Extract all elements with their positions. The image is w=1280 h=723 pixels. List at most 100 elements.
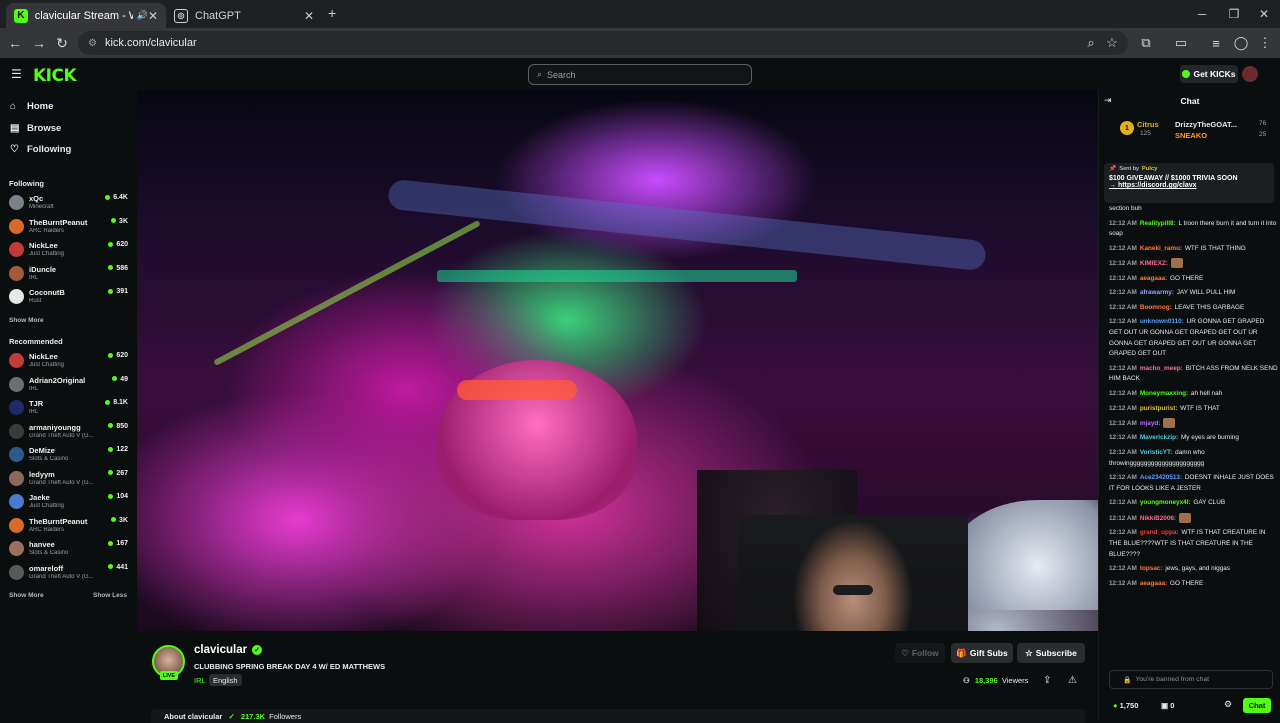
close-tab-icon[interactable]: ✕ xyxy=(148,9,158,23)
pinned-link[interactable]: → https://discord.gg/clavx xyxy=(1109,182,1269,189)
message-username[interactable]: youngmoneyx4l: xyxy=(1140,499,1191,506)
show-less-button[interactable]: Show Less xyxy=(93,592,127,599)
sidebar-channel[interactable]: hanvee Slots & Casino 167 xyxy=(9,539,128,561)
close-window-icon[interactable]: ✕ xyxy=(1248,0,1280,28)
streamer-name[interactable]: clavicular xyxy=(194,644,247,656)
zoom-icon[interactable]: ⌕ xyxy=(1080,32,1102,54)
chat-message: 12:12 AM grand_uppa: WTF IS THAT CREATURE… xyxy=(1109,528,1279,560)
get-kicks-button[interactable]: Get KICKs xyxy=(1180,65,1238,83)
show-more-following-button[interactable]: Show More xyxy=(9,317,44,324)
channel-avatar xyxy=(9,447,24,462)
follow-button[interactable]: ♡ Follow xyxy=(895,643,945,663)
back-icon[interactable]: ← xyxy=(3,31,27,55)
site-info-icon[interactable]: ⚙ xyxy=(88,38,97,49)
share-icon[interactable]: ⇪ xyxy=(1043,675,1051,686)
sidebar-channel[interactable]: Jaeke Just Chatting 104 xyxy=(9,492,128,514)
nav-home[interactable]: ⌂ Home xyxy=(10,101,53,112)
chat-input[interactable]: 🔒 You're banned from chat xyxy=(1109,670,1273,689)
kick-logo[interactable]: KICK xyxy=(33,66,77,86)
channel-viewers: 3K xyxy=(111,517,128,524)
channel-avatar xyxy=(9,218,24,234)
menu-kebab-icon[interactable]: ⋮ xyxy=(1254,32,1276,54)
tab-chatgpt[interactable]: ◎ ChatGPT ✕ xyxy=(166,3,322,28)
sidebar-channel[interactable]: CoconutB Rust 391 xyxy=(9,287,128,309)
stream-category[interactable]: IRL xyxy=(194,676,206,685)
gift-subs-button[interactable]: 🎁 Gift Subs xyxy=(951,643,1013,663)
kicks-balance[interactable]: ● 1,750 xyxy=(1113,701,1138,710)
sidebar-channel[interactable]: xQc Minecraft 6.4K xyxy=(9,193,128,215)
address-bar[interactable]: ⚙ kick.com/clavicular xyxy=(78,31,1128,55)
emote-icon xyxy=(1178,513,1191,524)
message-username[interactable]: Maverickzip: xyxy=(1140,434,1178,441)
sidebar-channel[interactable]: TJR IRL 8.1K xyxy=(9,398,128,420)
sidebar-channel[interactable]: Adrian2Original IRL 49 xyxy=(9,375,128,397)
language-tag[interactable]: English xyxy=(209,674,242,686)
reload-icon[interactable]: ↻ xyxy=(50,31,74,55)
chat-message: 12:12 AM Kaneki_ramu: WTF IS THAT THING xyxy=(1109,244,1279,255)
message-username[interactable]: aeagaaa: xyxy=(1140,275,1167,282)
message-username[interactable]: aeagaaa: xyxy=(1140,580,1167,587)
chat-message: 12:12 AM unknown0110: UR GONNA GET GRAPED… xyxy=(1109,317,1279,359)
message-username[interactable]: mjayd: xyxy=(1140,420,1161,427)
message-username[interactable]: Boomnog: xyxy=(1140,304,1172,311)
user-avatar[interactable] xyxy=(1242,66,1258,82)
media-icon[interactable]: ≡ xyxy=(1205,32,1227,54)
message-username[interactable]: unknown0110: xyxy=(1140,318,1184,325)
sidebar-channel[interactable]: NickLee Just Chatting 620 xyxy=(9,240,128,262)
message-username[interactable]: Ace23420513: xyxy=(1140,474,1182,481)
forward-icon[interactable]: → xyxy=(27,31,51,55)
leader-name[interactable]: SNEAKO xyxy=(1175,131,1207,140)
message-username[interactable]: KIMIEXZ: xyxy=(1140,260,1168,267)
sidebar-channel[interactable]: iDuncle IRL 586 xyxy=(9,264,128,286)
message-text: section buh xyxy=(1109,205,1142,212)
site-header: ☰ KICK ⌕ Search Get KICKs xyxy=(0,58,1280,90)
extensions-icon[interactable]: ⧉ xyxy=(1135,32,1157,54)
channel-avatar xyxy=(9,353,24,368)
search-input[interactable]: ⌕ Search xyxy=(528,64,752,85)
message-username[interactable]: Moneymaxxing: xyxy=(1140,390,1188,397)
minimize-icon[interactable]: ─ xyxy=(1186,0,1218,28)
sidebar-channel[interactable]: omareloff Grand Theft Auto V (G... 441 xyxy=(9,563,128,585)
hamburger-menu-icon[interactable]: ☰ xyxy=(11,67,22,81)
sidebar-channel[interactable]: ledyym Grand Theft Auto V (G... 267 xyxy=(9,469,128,491)
sidebar-channel[interactable]: DeMize Slots & Casino 122 xyxy=(9,445,128,467)
account-icon[interactable]: ◯ xyxy=(1230,32,1252,54)
nav-browse[interactable]: ▤ Browse xyxy=(10,123,61,134)
speaker-icon[interactable]: 🔊 xyxy=(137,10,148,21)
chat-message: section buh xyxy=(1109,204,1279,215)
heart-icon: ♡ xyxy=(10,144,19,155)
tab-kick[interactable]: K clavicular Stream - Watch L 🔊 ✕ xyxy=(6,3,166,28)
sidebar-channel[interactable]: TheBurntPeanut ARC Raiders 3K xyxy=(9,516,128,538)
message-username[interactable]: NikkiB2006: xyxy=(1140,515,1176,522)
leader-name[interactable]: DrizzyTheGOAT... xyxy=(1175,120,1237,129)
subscribe-button[interactable]: ☆ Subscribe xyxy=(1017,643,1085,663)
message-username[interactable]: topsac: xyxy=(1140,565,1163,572)
show-more-recommended-button[interactable]: Show More xyxy=(9,592,44,599)
search-placeholder: Search xyxy=(547,69,576,80)
maximize-icon[interactable]: ❐ xyxy=(1218,0,1250,28)
message-username[interactable]: puristpurist: xyxy=(1140,405,1178,412)
gift-balance[interactable]: ▣ 0 xyxy=(1161,701,1174,710)
cast-icon[interactable]: ▭ xyxy=(1170,32,1192,54)
message-username[interactable]: Kaneki_ramu: xyxy=(1140,245,1182,252)
bookmark-star-icon[interactable]: ☆ xyxy=(1101,32,1123,54)
new-tab-icon[interactable]: + xyxy=(328,5,336,21)
message-username[interactable]: Realitypill8: xyxy=(1140,220,1176,227)
message-time: 12:12 AM xyxy=(1109,434,1137,442)
leader-name[interactable]: Citrus xyxy=(1137,120,1159,129)
message-username[interactable]: afrawarmy: xyxy=(1140,289,1174,296)
sidebar-channel[interactable]: TheBurntPeanut ARC Raiders 3K xyxy=(9,217,128,239)
sidebar-channel[interactable]: NickLee Just Chatting 620 xyxy=(9,351,128,373)
pinned-message[interactable]: 📌 Sent by Pulcy $100 GIVEAWAY // $1000 T… xyxy=(1104,163,1274,203)
sidebar-channel[interactable]: armaniyoungg Grand Theft Auto V (G... 850 xyxy=(9,422,128,444)
streamer-name-row: clavicular ✓ xyxy=(194,644,263,656)
report-icon[interactable]: ⚠ xyxy=(1068,675,1077,686)
chat-send-button[interactable]: Chat xyxy=(1243,698,1271,713)
message-username[interactable]: VoristicYT: xyxy=(1140,449,1173,456)
settings-gear-icon[interactable]: ⚙ xyxy=(1224,699,1232,710)
channel-viewers: 8.1K xyxy=(105,399,128,406)
close-tab-icon[interactable]: ✕ xyxy=(304,9,314,23)
nav-following[interactable]: ♡ Following xyxy=(10,144,71,155)
message-username[interactable]: grand_uppa: xyxy=(1140,529,1179,536)
message-username[interactable]: macho_meep: xyxy=(1140,365,1183,372)
